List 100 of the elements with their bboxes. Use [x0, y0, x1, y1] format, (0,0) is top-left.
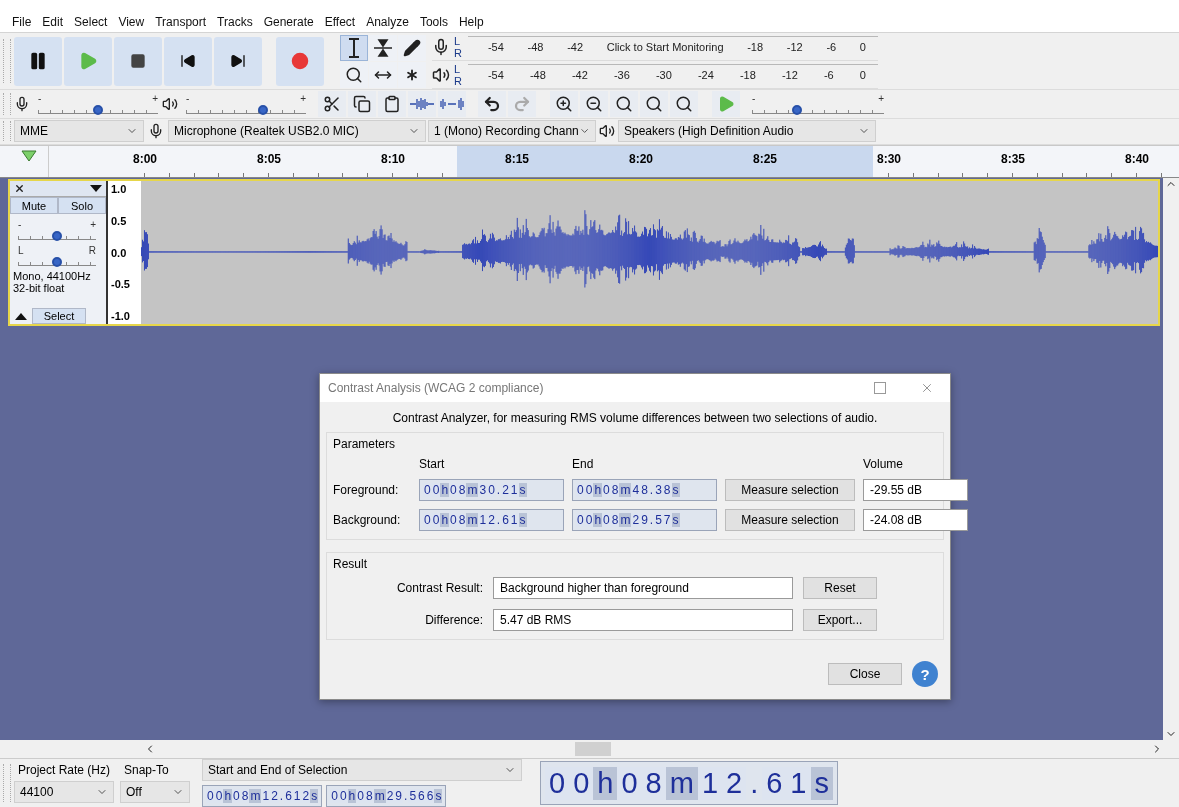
cut-button[interactable] [318, 90, 346, 117]
tool-button[interactable] [340, 34, 368, 61]
help-button[interactable]: ? [912, 661, 938, 687]
zoom-in-icon [555, 94, 573, 113]
selection-end-field[interactable]: 00h08m29.566s [326, 785, 447, 807]
tool-button[interactable] [398, 61, 426, 88]
recording-meter[interactable]: -54 -48 -42 Click to Start Monitoring -18 -12 -6 0 [467, 36, 878, 57]
measure-selection-button[interactable]: Measure selection [725, 479, 855, 501]
meter-tick-label: -54 [487, 41, 504, 53]
record-button[interactable] [276, 36, 324, 86]
result-button[interactable]: Export... [803, 609, 877, 631]
amplitude-label: -1.0 [111, 310, 131, 322]
stop-icon [130, 53, 146, 69]
menu-item[interactable]: Edit [42, 15, 64, 29]
fit-project-button[interactable] [640, 90, 668, 117]
menu-item[interactable]: Analyze [366, 15, 409, 29]
tool-button[interactable] [369, 61, 397, 88]
zoom-in-button[interactable] [550, 90, 578, 117]
stop-button[interactable] [114, 36, 162, 86]
meter-tick-label: 0 [859, 41, 866, 53]
record-icon [291, 52, 309, 70]
skip-to-end-button[interactable] [214, 36, 262, 86]
recording-device-dropdown[interactable]: Microphone (Realtek USB2.0 MIC) [168, 120, 426, 143]
meter-tick-label: -18 [747, 41, 764, 53]
volume-field[interactable]: -29.55 dB [863, 479, 968, 501]
slider-thumb[interactable] [52, 231, 62, 241]
dialog-title: Contrast Analysis (WCAG 2 compliance) [328, 381, 545, 395]
minimum-label: - [186, 93, 190, 103]
end-time-field[interactable]: 00h08m48.38s [572, 479, 717, 501]
maximize-icon[interactable] [874, 382, 886, 394]
tool-button[interactable] [340, 61, 368, 88]
close-icon [14, 183, 25, 194]
pause-button[interactable] [14, 36, 62, 86]
solo-button[interactable]: Solo [58, 197, 106, 214]
toolbar-grip[interactable] [3, 763, 11, 803]
row-label: Background: [333, 513, 402, 527]
start-time-field[interactable]: 00h08m12.61s [419, 509, 564, 531]
play-icon [78, 51, 98, 71]
result-field[interactable]: 5.47 dB RMS [493, 609, 793, 631]
playback-device-dropdown[interactable]: Speakers (High Definition Audio [618, 120, 876, 143]
project-rate-dropdown[interactable]: 44100 [14, 781, 114, 803]
slider-thumb[interactable] [257, 104, 268, 115]
result-button[interactable]: Reset [803, 577, 877, 599]
menu-item[interactable]: File [12, 15, 32, 29]
project-rate-label: Project Rate (Hz) [17, 763, 112, 777]
zoom-out-button[interactable] [580, 90, 608, 117]
mute-button[interactable]: Mute [10, 197, 58, 214]
snap-to-dropdown[interactable]: Off [120, 781, 190, 803]
playback-meter[interactable]: -54 -48 -42 -36 -30 -24 -18 -12 -6 0 [467, 64, 878, 85]
meter-tick-label: -12 [786, 41, 803, 53]
play-head-icon[interactable] [21, 150, 37, 162]
toolbar-grip[interactable] [3, 92, 11, 116]
minimum-label: - [18, 220, 22, 229]
toolbar-grip[interactable] [3, 121, 11, 142]
fit-selection-button[interactable] [610, 90, 638, 117]
silence-button[interactable] [438, 90, 466, 117]
magnifier-icon [645, 94, 663, 113]
menu-item[interactable]: Transport [155, 15, 207, 29]
menu-item[interactable]: Effect [324, 15, 356, 29]
trim-button[interactable] [408, 90, 436, 117]
dialog-description: Contrast Analyzer, for measuring RMS volume differences between two selections of audio. [391, 410, 879, 427]
close-button[interactable]: Close [828, 663, 902, 685]
menu-item[interactable]: View [118, 15, 145, 29]
toolbar-grip[interactable] [3, 38, 11, 84]
result-field[interactable]: Background higher than foreground [493, 577, 793, 599]
pencil-icon [403, 38, 421, 57]
scissors-icon [323, 94, 341, 113]
menu-item[interactable]: Select [74, 15, 108, 29]
end-time-field[interactable]: 00h08m29.57s [572, 509, 717, 531]
snap-to-label: Snap-To [123, 763, 170, 777]
volume-field[interactable]: -24.08 dB [863, 509, 968, 531]
slider-thumb[interactable] [52, 257, 62, 267]
menu-item[interactable]: Tracks [217, 15, 253, 29]
selection-start-field[interactable]: 00h08m12.612s [202, 785, 323, 807]
redo-icon [513, 94, 531, 113]
microphone-icon [148, 123, 164, 140]
time-label: 8:05 [257, 152, 281, 166]
meter-tick-label: -6 [823, 69, 834, 81]
start-time-field[interactable]: 00h08m30.21s [419, 479, 564, 501]
measure-selection-button[interactable]: Measure selection [725, 509, 855, 531]
zoom-toggle-button[interactable] [670, 90, 698, 117]
menu-item[interactable]: Help [458, 15, 484, 29]
tool-button[interactable] [398, 34, 426, 61]
recording-channels-dropdown[interactable]: 1 (Mono) Recording Chann [428, 120, 596, 143]
dropdown-icon[interactable] [90, 185, 102, 192]
select-button[interactable]: Select [32, 308, 86, 324]
menu-item[interactable]: Generate [263, 15, 314, 29]
scrollbar-thumb[interactable] [575, 742, 611, 756]
undo-icon [483, 94, 501, 113]
slider-thumb[interactable] [93, 104, 103, 115]
meter-tick-label: -36 [613, 69, 630, 81]
slider-thumb[interactable] [791, 104, 802, 115]
menu-item[interactable]: Tools [419, 15, 448, 29]
copy-button[interactable] [348, 90, 376, 117]
tool-button[interactable] [369, 34, 397, 61]
paste-button[interactable] [378, 90, 406, 117]
skip-to-start-button[interactable] [164, 36, 212, 86]
audio-host-dropdown[interactable]: MME [14, 120, 144, 143]
selection-mode-dropdown[interactable]: Start and End of Selection [202, 759, 522, 781]
undo-button[interactable] [478, 90, 506, 117]
